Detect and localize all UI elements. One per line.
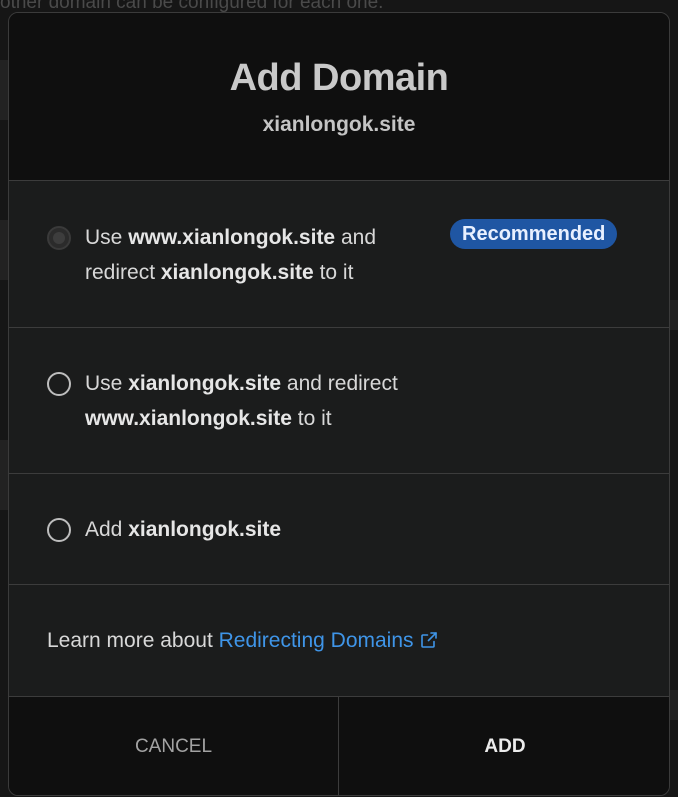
redirecting-domains-link[interactable]: Redirecting Domains [219,629,438,652]
learn-more-prefix: Learn more about [47,629,219,652]
option-label: Use xianlongok.site and redirect www.xia… [85,366,398,436]
option-label: Add xianlongok.site [85,512,281,547]
option-text: Use [85,226,129,249]
option-domain: xianlongok.site [160,261,314,284]
option-radio[interactable] [47,518,71,542]
learn-more-text: Learn more about Redirecting Domains [47,629,438,653]
option-text: Add [85,518,129,541]
dialog-domain: xianlongok.site [262,113,416,136]
option-domain: xianlongok.site [128,518,282,541]
dialog-title: Add Domain [229,57,449,99]
option-radio[interactable] [47,372,71,396]
option-text: to it [291,407,332,430]
learn-more-row: Learn more about Redirecting Domains [9,585,669,697]
option-use-www-redirect-apex[interactable]: Use www.xianlongok.site and redirect xia… [9,181,669,328]
option-domain: www.xianlongok.site [85,407,292,430]
option-add-apex-only[interactable]: Add xianlongok.site [9,474,669,585]
cancel-button[interactable]: CANCEL [9,697,339,795]
option-text: and redirect [281,372,398,395]
dialog-header: Add Domain xianlongok.site [9,13,669,181]
external-link-icon [420,632,437,648]
option-radio[interactable] [47,226,71,250]
dialog-footer: CANCEL ADD [9,697,669,795]
option-label: Use www.xianlongok.site and redirect xia… [85,220,376,290]
add-button[interactable]: ADD [339,697,669,795]
option-use-apex-redirect-www[interactable]: Use xianlongok.site and redirect www.xia… [9,328,669,474]
link-label[interactable]: Redirecting Domains [219,629,414,652]
option-text: redirect [85,261,161,284]
option-text: and [335,226,376,249]
option-domain: xianlongok.site [128,372,282,395]
option-text: Use [85,372,129,395]
option-domain: www.xianlongok.site [128,226,336,249]
option-text: to it [313,261,354,284]
add-domain-dialog: Add Domain xianlongok.site Use www.xianl… [8,12,670,796]
recommended-badge: Recommended [450,219,618,249]
